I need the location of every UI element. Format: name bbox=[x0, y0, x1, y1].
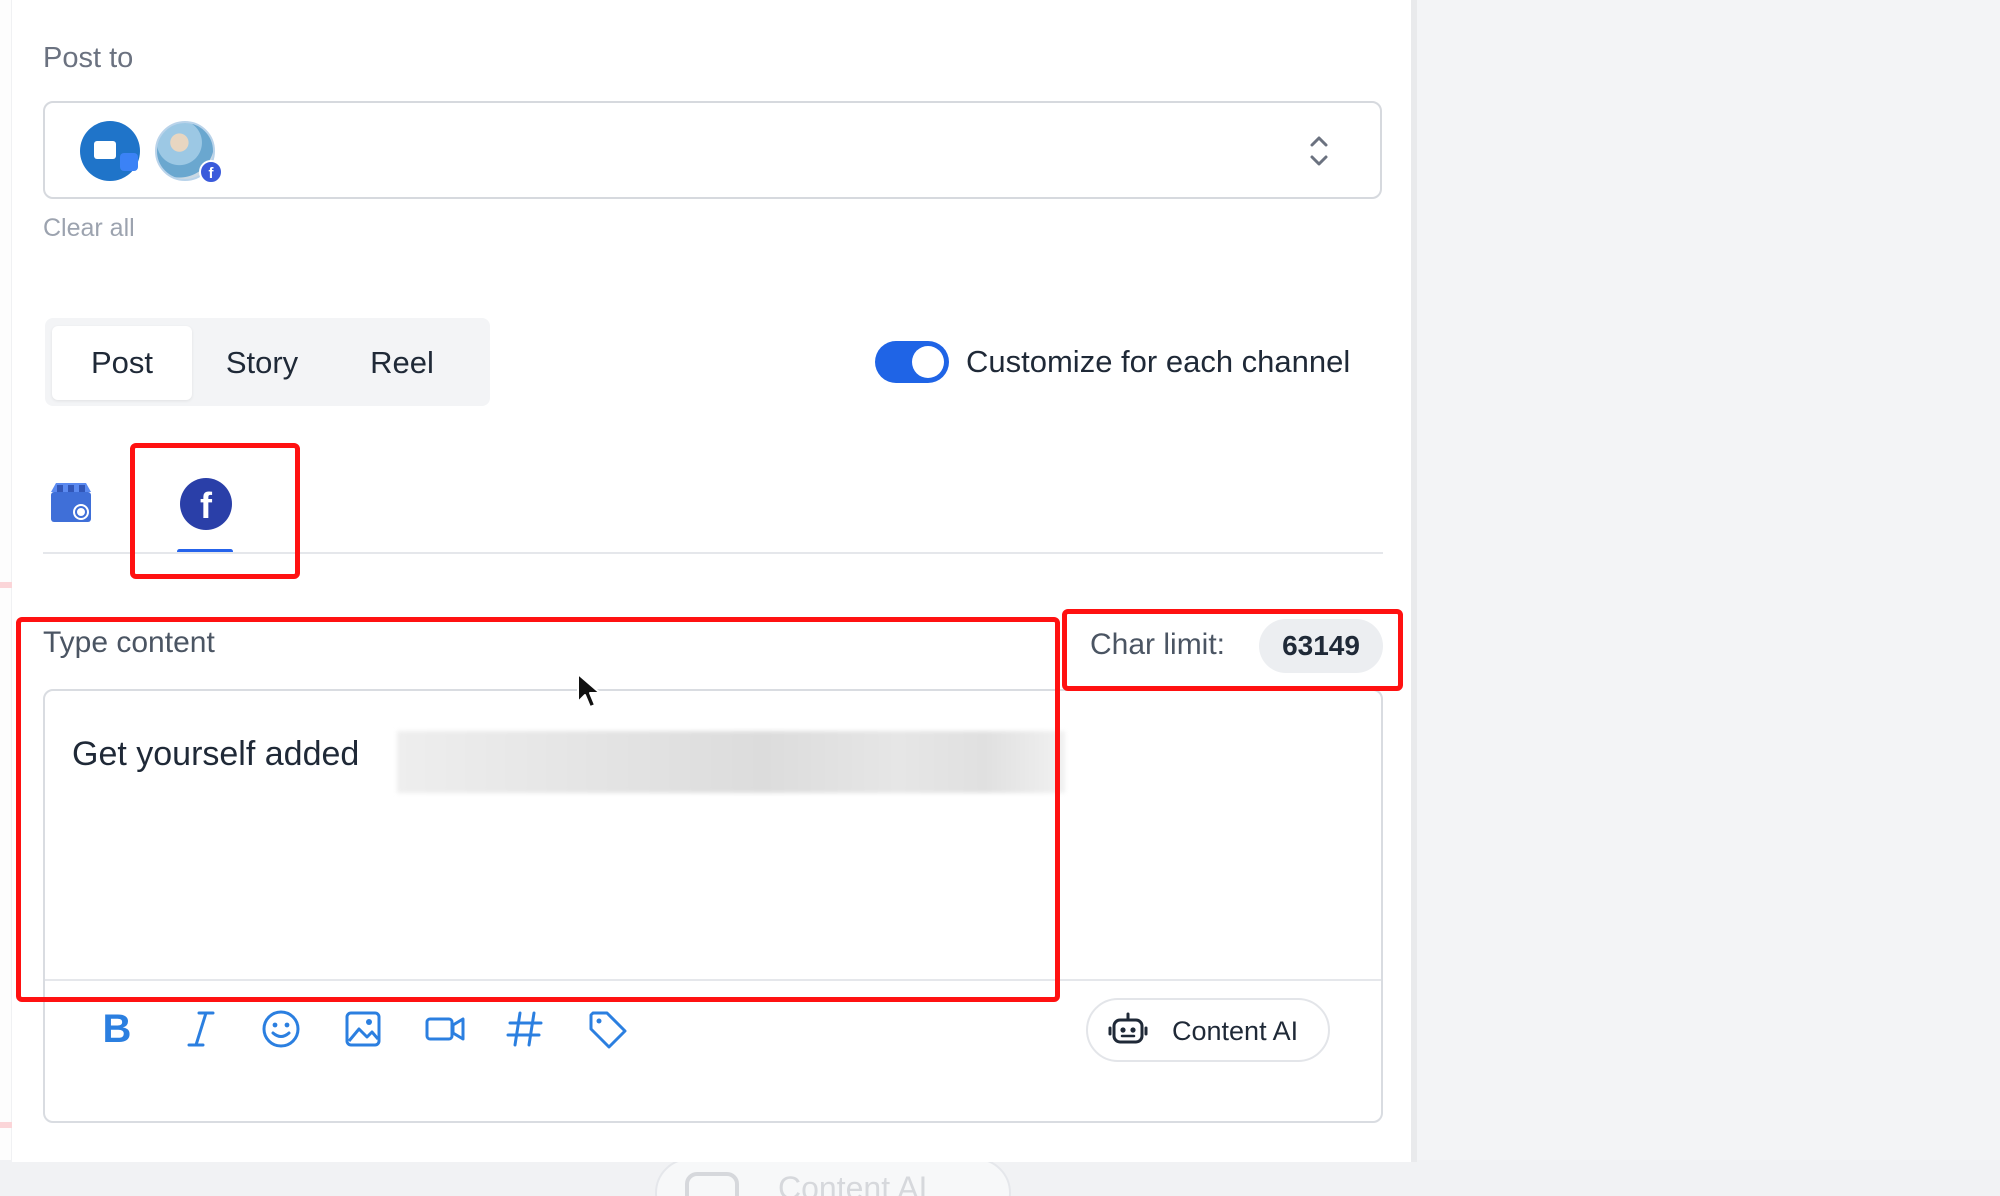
tab-reel[interactable]: Reel bbox=[332, 326, 472, 400]
background-robot-icon bbox=[685, 1172, 739, 1196]
channel-select[interactable]: f bbox=[43, 101, 1382, 199]
image-icon[interactable] bbox=[341, 1007, 385, 1051]
tag-icon[interactable] bbox=[585, 1007, 629, 1051]
content-ai-label: Content AI bbox=[1172, 1016, 1299, 1046]
post-to-label: Post to bbox=[43, 42, 134, 74]
background-content-ai-label: Content AI bbox=[778, 1170, 928, 1196]
left-edge-marker bbox=[0, 1122, 12, 1128]
type-content-label: Type content bbox=[43, 626, 215, 659]
customize-toggle[interactable] bbox=[875, 341, 949, 383]
clear-all-link[interactable]: Clear all bbox=[43, 214, 135, 243]
tab-story[interactable]: Story bbox=[192, 326, 332, 400]
google-business-badge-icon bbox=[120, 153, 138, 171]
channel-tab-facebook-icon[interactable]: f bbox=[180, 478, 232, 530]
mouse-cursor-icon bbox=[577, 673, 601, 708]
stage: Content AI Post to f Clear all Post Stor… bbox=[0, 0, 2000, 1196]
char-limit-label: Char limit: bbox=[1090, 628, 1226, 661]
chevron-up-down-icon[interactable] bbox=[1306, 131, 1332, 171]
storefront-icon bbox=[94, 141, 116, 159]
toggle-knob bbox=[912, 346, 944, 378]
char-limit-value: 63149 bbox=[1259, 619, 1383, 673]
toolbar-divider bbox=[45, 979, 1381, 981]
left-edge bbox=[0, 0, 12, 1160]
bold-icon[interactable]: B bbox=[95, 1007, 139, 1051]
video-icon[interactable] bbox=[423, 1007, 467, 1051]
channel-avatar-google-my-business[interactable] bbox=[80, 121, 140, 181]
tab-post[interactable]: Post bbox=[52, 326, 192, 400]
robot-icon bbox=[1108, 1012, 1148, 1044]
channel-avatar-facebook-page[interactable]: f bbox=[155, 121, 223, 184]
channel-tab-google-business-icon[interactable] bbox=[48, 480, 94, 526]
compose-panel: Post to f Clear all Post Story Reel Cust… bbox=[12, 0, 1417, 1162]
left-edge-marker bbox=[0, 582, 12, 588]
emoji-icon[interactable] bbox=[259, 1007, 303, 1051]
italic-icon[interactable] bbox=[179, 1007, 223, 1051]
facebook-badge-icon: f bbox=[199, 160, 223, 184]
content-text[interactable]: Get yourself added bbox=[72, 735, 359, 774]
right-pane bbox=[1424, 0, 2000, 1196]
content-ai-button[interactable]: Content AI bbox=[1086, 998, 1330, 1062]
post-type-tabs: Post Story Reel bbox=[45, 318, 490, 406]
customize-label: Customize for each channel bbox=[966, 344, 1351, 379]
blurred-text bbox=[397, 731, 1065, 793]
tab-divider bbox=[43, 552, 1383, 554]
hashtag-icon[interactable] bbox=[503, 1007, 547, 1051]
